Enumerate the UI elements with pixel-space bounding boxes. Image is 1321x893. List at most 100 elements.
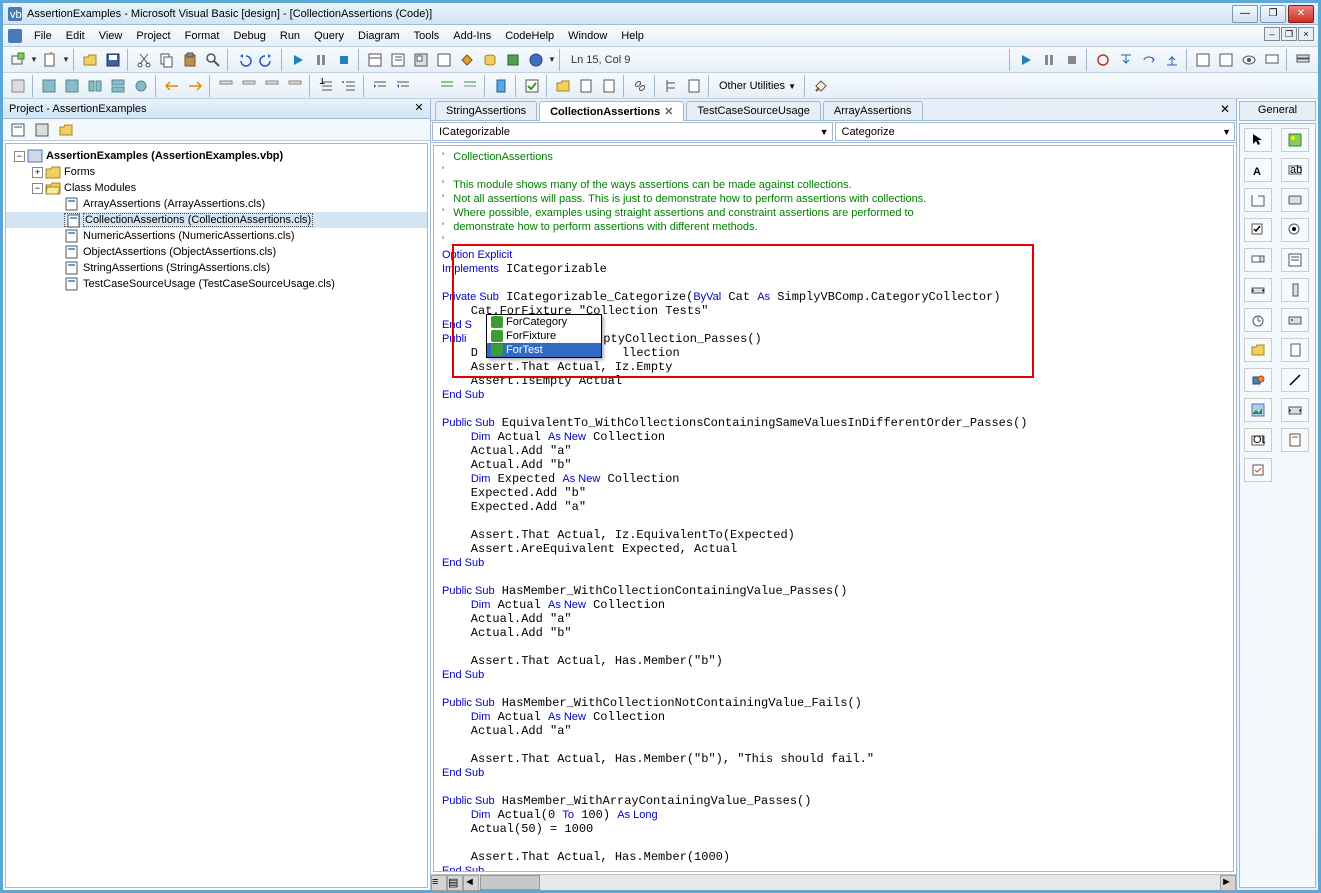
start-button[interactable] — [287, 49, 309, 71]
debug-end-button[interactable] — [1061, 49, 1083, 71]
intellisense-item[interactable]: ForFixture — [487, 329, 601, 343]
open-button[interactable] — [79, 49, 101, 71]
custom-tool[interactable] — [1244, 458, 1272, 482]
data-tool[interactable] — [1281, 398, 1309, 422]
close-button[interactable]: ✕ — [1288, 5, 1314, 23]
uncomment-button[interactable] — [459, 75, 481, 97]
label-tool[interactable]: A — [1244, 158, 1272, 182]
menu-format[interactable]: Format — [178, 27, 227, 45]
undo-button[interactable] — [233, 49, 255, 71]
filelistbox-tool[interactable] — [1281, 338, 1309, 362]
richtextbox-tool[interactable] — [1281, 428, 1309, 452]
vscrollbar-tool[interactable] — [1281, 278, 1309, 302]
tools-button[interactable] — [810, 75, 832, 97]
toolbar-button[interactable] — [184, 75, 206, 97]
view-procedure-button[interactable]: ▤ — [447, 875, 463, 891]
scroll-left-button[interactable]: ◄ — [463, 875, 479, 891]
picturebox-tool[interactable] — [1281, 128, 1309, 152]
module-node[interactable]: ArrayAssertions (ArrayAssertions.cls) — [6, 196, 427, 212]
save-button[interactable] — [102, 49, 124, 71]
menu-file[interactable]: File — [27, 27, 59, 45]
module-node-selected[interactable]: CollectionAssertions (CollectionAssertio… — [6, 212, 427, 228]
mdi-restore-button[interactable]: ❐ — [1281, 27, 1297, 41]
toggle-folders-button[interactable] — [55, 119, 77, 141]
break-button[interactable] — [310, 49, 332, 71]
indent-button[interactable] — [392, 75, 414, 97]
bullet-button[interactable] — [338, 75, 360, 97]
dirlistbox-tool[interactable] — [1244, 338, 1272, 362]
menu-run[interactable]: Run — [273, 27, 307, 45]
intellisense-popup[interactable]: ForCategory ForFixture ForTest — [486, 314, 602, 358]
add-project-button[interactable] — [7, 49, 29, 71]
link-button[interactable] — [629, 75, 651, 97]
form-layout-button[interactable] — [410, 49, 432, 71]
object-browser-button[interactable] — [433, 49, 455, 71]
menu-tools[interactable]: Tools — [407, 27, 447, 45]
menu-diagram[interactable]: Diagram — [351, 27, 407, 45]
collapse-icon[interactable]: − — [14, 151, 25, 162]
code-editor[interactable]: ' CollectionAssertions ' ' This module s… — [433, 145, 1234, 872]
toolbar-button[interactable] — [7, 75, 29, 97]
shape-tool[interactable] — [1244, 368, 1272, 392]
pointer-tool[interactable] — [1244, 128, 1272, 152]
toolbar-button[interactable] — [215, 75, 237, 97]
cut-button[interactable] — [133, 49, 155, 71]
mdi-minimize-button[interactable]: – — [1264, 27, 1280, 41]
tab-stringassertions[interactable]: StringAssertions — [435, 101, 537, 120]
add-item-button[interactable]: * — [39, 49, 61, 71]
find-button[interactable] — [202, 49, 224, 71]
class-modules-folder-node[interactable]: − Class Modules — [6, 180, 427, 196]
menu-addins[interactable]: Add-Ins — [446, 27, 498, 45]
intellisense-item[interactable]: ForCategory — [487, 315, 601, 329]
copy-button[interactable] — [156, 49, 178, 71]
procedure-combo[interactable]: Categorize▼ — [835, 122, 1236, 141]
project-explorer-button[interactable] — [364, 49, 386, 71]
menu-view[interactable]: View — [92, 27, 130, 45]
toolbar-button[interactable] — [261, 75, 283, 97]
mdi-close-button[interactable]: × — [1298, 27, 1314, 41]
commandbutton-tool[interactable] — [1281, 188, 1309, 212]
view-object-button[interactable] — [31, 119, 53, 141]
optionbutton-tool[interactable] — [1281, 218, 1309, 242]
view-full-module-button[interactable]: ≡ — [431, 875, 447, 891]
toolbar-button[interactable] — [130, 75, 152, 97]
textbox-tool[interactable]: ab| — [1281, 158, 1309, 182]
call-stack-button[interactable] — [1292, 49, 1314, 71]
menu-project[interactable]: Project — [129, 27, 177, 45]
folder-button[interactable] — [552, 75, 574, 97]
dropdown-icon[interactable]: ▼ — [548, 55, 556, 64]
immediate-button[interactable] — [1215, 49, 1237, 71]
dropdown-icon[interactable]: ▼ — [30, 55, 38, 64]
bookmark-button[interactable] — [490, 75, 512, 97]
step-out-button[interactable] — [1161, 49, 1183, 71]
end-button[interactable] — [333, 49, 355, 71]
toolbar-button[interactable] — [284, 75, 306, 97]
dropdown-icon[interactable]: ▼ — [62, 55, 70, 64]
tab-testcasesourceusage[interactable]: TestCaseSourceUsage — [686, 101, 821, 120]
image-tool[interactable] — [1244, 398, 1272, 422]
toolbar-button[interactable] — [238, 75, 260, 97]
locals-button[interactable] — [1192, 49, 1214, 71]
vb-editor-button[interactable] — [525, 49, 547, 71]
menu-edit[interactable]: Edit — [59, 27, 92, 45]
project-root-node[interactable]: − AssertionExamples (AssertionExamples.v… — [6, 148, 427, 164]
toolbar-button[interactable] — [161, 75, 183, 97]
quick-watch-button[interactable] — [1261, 49, 1283, 71]
watch-button[interactable] — [1238, 49, 1260, 71]
doc-button[interactable] — [683, 75, 705, 97]
outdent-button[interactable] — [369, 75, 391, 97]
combobox-tool[interactable] — [1244, 248, 1272, 272]
comment-button[interactable] — [436, 75, 458, 97]
maximize-button[interactable]: ❐ — [1260, 5, 1286, 23]
listbox-tool[interactable] — [1281, 248, 1309, 272]
checkbox-tool[interactable] — [1244, 218, 1272, 242]
toolbox-header[interactable]: General — [1239, 101, 1316, 121]
menu-debug[interactable]: Debug — [226, 27, 272, 45]
scroll-thumb[interactable] — [480, 875, 540, 890]
expand-icon[interactable]: + — [32, 167, 43, 178]
toolbar-button[interactable] — [61, 75, 83, 97]
object-combo[interactable]: ICategorizable▼ — [432, 122, 833, 141]
code-content[interactable]: ' CollectionAssertions ' ' This module s… — [434, 146, 1233, 872]
horizontal-scrollbar[interactable]: ≡ ▤ ◄ ► — [431, 874, 1236, 890]
menu-window[interactable]: Window — [561, 27, 614, 45]
